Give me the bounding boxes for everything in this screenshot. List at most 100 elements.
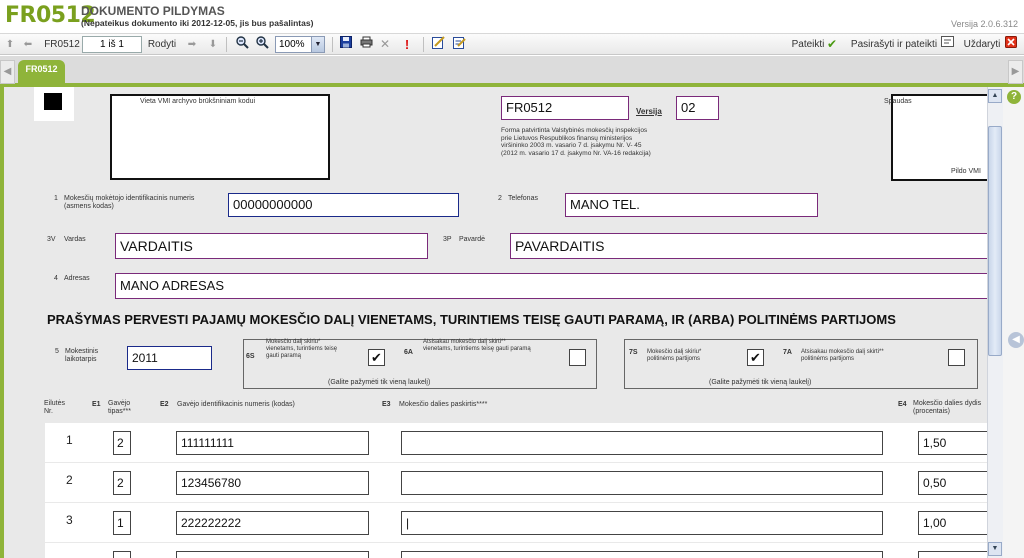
row-number: 1 [66, 433, 73, 447]
page-title: DOKUMENTO PILDYMAS [81, 4, 225, 18]
stamp-box: Spaudas Pildo VMI [884, 94, 987, 181]
form-code-field: FR0512 [501, 96, 629, 120]
g6s-label: Mokesčio dalį skiriu* vienetams, turintie… [266, 339, 338, 359]
tab-fr0512[interactable]: FR0512 [18, 60, 65, 87]
right-panel: ? ◀ [1003, 87, 1024, 558]
f3v-number: 3V [47, 236, 56, 243]
versija-label: Versija [636, 107, 662, 116]
g7s-label: Mokesčio dalį skiriu* politinėms partijom… [647, 349, 702, 362]
prev-page-icon[interactable]: ⬅ [22, 36, 34, 53]
validate-icon[interactable]: ! [400, 36, 414, 53]
g6a-number: 6A [404, 349, 413, 356]
print-icon[interactable] [358, 36, 374, 53]
recipient-code-cell[interactable]: 222222222 [176, 511, 369, 535]
zoom-out-icon[interactable] [234, 36, 250, 53]
recipient-code-cell[interactable]: 123456780 [176, 471, 369, 495]
collapse-panel-icon[interactable]: ◀ [1008, 332, 1024, 348]
tab-scroll-left-icon[interactable]: ◀ [0, 60, 15, 84]
g7a-checkbox[interactable] [948, 349, 965, 366]
percent-cell[interactable] [918, 551, 987, 558]
f2-label: Telefonas [508, 195, 538, 202]
page-subtitle: (Nepateikus dokumento iki 2012-12-05, ji… [81, 18, 314, 28]
address-field[interactable]: MANO ADRESAS [115, 273, 987, 299]
toolbar: ⬆ ⬅ FR0512 1 iš 1 Rodyti ➡ ⬇ 100% ▼ ✕ ! P… [0, 33, 1024, 55]
corner-marker [44, 93, 62, 110]
g7s-checkbox[interactable]: ✔ [747, 349, 764, 366]
g6a-label: Atsisakau mokesčio dalį skirti** vienetam… [423, 339, 531, 352]
f3p-label: Pavardė [459, 236, 486, 243]
col-e4-header: Mokesčio dalies dydis (procentais) [913, 400, 982, 415]
zoom-in-icon[interactable] [254, 36, 270, 53]
table-row: 2 2 123456780 0,50 [45, 463, 987, 502]
col-e2-code: E2 [160, 401, 169, 408]
stamp-label: Spaudas [884, 98, 912, 105]
taxpayer-id-field[interactable]: 00000000000 [228, 193, 459, 217]
show-button[interactable]: Rodyti [146, 36, 178, 53]
g6s-checkbox[interactable]: ✔ [368, 349, 385, 366]
form-heading: PRAŠYMAS PERVESTI PAJAMŲ MOKESČIO DALĮ V… [47, 312, 896, 327]
close-icon[interactable] [1004, 36, 1018, 53]
g6a-checkbox[interactable] [569, 349, 586, 366]
app-window: FR0512 DOKUMENTO PILDYMAS (Nepateikus do… [0, 0, 1024, 558]
delete-icon[interactable]: ✕ [378, 36, 392, 53]
document-canvas: Vieta VMI archyvo brūkšniniam kodui FR05… [4, 87, 987, 558]
col-e2-header: Gavėjo identifikacinis numeris (kodas) [177, 401, 295, 408]
close-button[interactable]: Uždaryti [960, 36, 1004, 53]
f3p-number: 3P [443, 236, 452, 243]
recipient-code-cell[interactable] [176, 551, 369, 558]
col-e1-code: E1 [92, 401, 101, 408]
tax-period-field[interactable]: 2011 [127, 346, 212, 370]
zoom-select[interactable]: 100% ▼ [275, 36, 325, 53]
col-e3-header: Mokesčio dalies paskirtis**** [399, 401, 488, 408]
edit-icon[interactable] [430, 36, 446, 53]
recipient-code-cell[interactable]: 111111111 [176, 431, 369, 455]
header: FR0512 DOKUMENTO PILDYMAS (Nepateikus do… [0, 0, 1024, 33]
purpose-cell[interactable] [401, 431, 883, 455]
first-name-field[interactable]: VARDAITIS [115, 233, 428, 259]
last-name-field[interactable]: PAVARDAITIS [510, 233, 987, 259]
save-icon[interactable] [338, 36, 354, 53]
next-page-icon[interactable]: ➡ [186, 36, 198, 53]
row-number: 3 [66, 513, 73, 527]
recipient-type-cell[interactable]: 2 [113, 431, 131, 455]
version-label: Versija 2.0.6.312 [950, 19, 1018, 29]
f4-label: Adresas [64, 275, 90, 282]
percent-cell[interactable]: 1,00 [918, 511, 987, 535]
scroll-up-icon[interactable]: ▲ [988, 89, 1002, 103]
toolbar-form-code: FR0512 [44, 39, 80, 50]
tab-bar [0, 56, 1024, 87]
sign-submit-button[interactable]: Pasirašyti ir pateikti [849, 36, 939, 53]
tab-scroll-right-icon[interactable]: ▶ [1008, 60, 1023, 84]
recipient-type-cell[interactable] [113, 551, 131, 558]
purpose-cell[interactable] [401, 551, 883, 558]
fills-vmi-label: Pildo VMI [951, 168, 981, 175]
g6s-number: 6S [246, 353, 255, 360]
group-7-box: 7S Mokesčio dalį skiriu* politinėms parti… [624, 339, 978, 389]
percent-cell[interactable]: 0,50 [918, 471, 987, 495]
f1-number: 1 [54, 195, 58, 202]
purpose-cell[interactable] [401, 471, 883, 495]
purpose-cell[interactable]: | [401, 511, 883, 535]
f2-number: 2 [498, 195, 502, 202]
scroll-down-icon[interactable]: ▼ [988, 542, 1002, 556]
recipient-type-cell[interactable]: 2 [113, 471, 131, 495]
recipient-type-cell[interactable]: 1 [113, 511, 131, 535]
help-icon[interactable]: ? [1007, 90, 1021, 104]
row-number: 2 [66, 473, 73, 487]
page-number-input[interactable]: 1 iš 1 [82, 36, 142, 53]
f1-label: Mokesčių mokėtojo identifikacinis numeri… [64, 195, 195, 210]
table-row: 3 1 222222222 | 1,00 [45, 503, 987, 542]
phone-field[interactable]: MANO TEL. [565, 193, 818, 217]
form-properties-icon[interactable] [451, 36, 467, 53]
scrollbar-thumb[interactable] [988, 126, 1002, 356]
g6-note: (Galite pažymėti tik vieną laukelį) [328, 379, 431, 386]
last-page-icon[interactable]: ⬇ [207, 36, 219, 53]
submit-button[interactable]: Pateikti [791, 36, 825, 53]
percent-cell[interactable]: 1,50 [918, 431, 987, 455]
barcode-area-label: Vieta VMI archyvo brūkšniniam kodui [140, 98, 256, 105]
col-e3-code: E3 [382, 401, 391, 408]
first-page-icon[interactable]: ⬆ [4, 36, 16, 53]
g7a-label: Atsisakau mokesčio dalį skirti** politinė… [801, 349, 884, 362]
f5-label: Mokestinis laikotarpis [65, 348, 99, 363]
f4-number: 4 [54, 275, 58, 282]
